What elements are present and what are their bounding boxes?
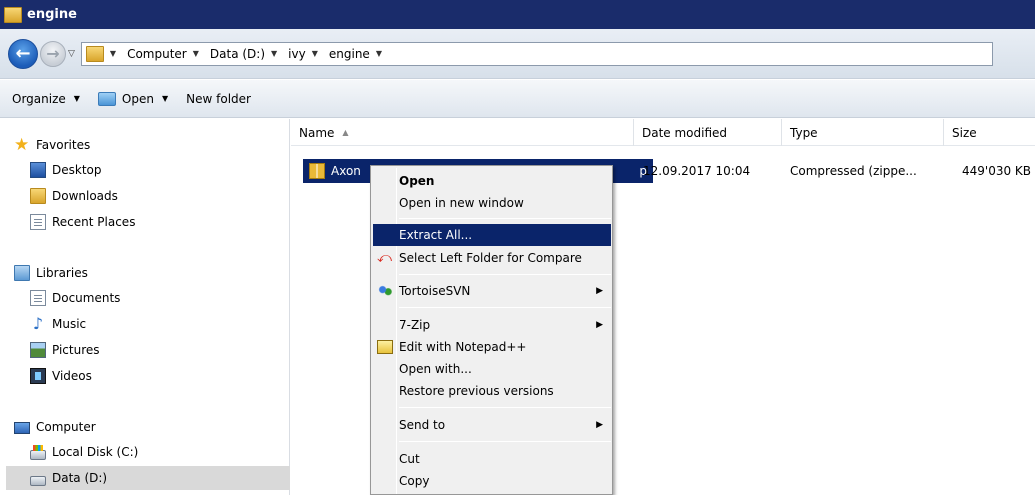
- nav-desktop[interactable]: Desktop: [30, 158, 102, 182]
- open-folder-icon: [97, 91, 116, 106]
- column-header-size[interactable]: Size: [944, 119, 1035, 146]
- menu-item-open[interactable]: Open: [373, 170, 611, 192]
- chevron-down-icon: ▼: [192, 49, 199, 58]
- command-bar: Organize ▼ Open ▼ New folder: [0, 80, 1035, 118]
- menu-separator: [399, 407, 611, 408]
- menu-separator: [399, 274, 611, 275]
- computer-icon: [14, 422, 30, 434]
- column-headers: Name ▲ Date modified Type Size: [291, 119, 1035, 146]
- file-type-cell: Compressed (zippe...: [790, 164, 917, 178]
- nav-downloads[interactable]: Downloads: [30, 184, 118, 208]
- nav-libraries[interactable]: Libraries: [14, 261, 88, 285]
- column-header-type[interactable]: Type: [782, 119, 944, 146]
- compare-arrow-icon: ⤺: [377, 250, 392, 266]
- breadcrumb-separator[interactable]: ▼: [312, 49, 323, 58]
- file-size-cell: 449'030 KB: [962, 164, 1032, 178]
- file-date-cell: 12.09.2017 10:04: [643, 164, 751, 178]
- chevron-down-icon: ▼: [271, 49, 278, 58]
- recent-pages-dropdown-icon[interactable]: ▽: [68, 49, 75, 59]
- star-icon: ★: [14, 135, 30, 155]
- nav-pictures[interactable]: Pictures: [30, 338, 100, 362]
- breadcrumb-separator[interactable]: ▼: [376, 49, 387, 58]
- nav-videos[interactable]: Videos: [30, 364, 92, 388]
- menu-item-open-new-window[interactable]: Open in new window: [373, 192, 611, 214]
- breadcrumb-ivy[interactable]: ivy: [288, 47, 306, 61]
- forward-button[interactable]: →: [40, 40, 66, 67]
- menu-item-restore-previous[interactable]: Restore previous versions: [373, 380, 611, 402]
- breadcrumb-separator[interactable]: ▼: [271, 49, 282, 58]
- recent-places-icon: [30, 214, 46, 230]
- nav-favorites[interactable]: ★ Favorites: [14, 133, 90, 157]
- menu-item-edit-notepad[interactable]: Edit with Notepad++: [373, 336, 611, 358]
- address-row: ← → ▽ ▼ Computer ▼ Data (D:) ▼ ivy ▼ eng…: [0, 29, 1035, 79]
- zip-folder-icon: [309, 163, 325, 179]
- breadcrumb-data-d[interactable]: Data (D:): [210, 47, 265, 61]
- chevron-down-icon: ▼: [109, 49, 117, 58]
- navigation-pane: ★ Favorites Desktop Downloads Recent Pla…: [0, 119, 290, 495]
- breadcrumb-computer[interactable]: Computer: [127, 47, 187, 61]
- nav-music[interactable]: ♪ Music: [30, 312, 86, 336]
- nav-local-disk-c[interactable]: Local Disk (C:): [30, 440, 138, 464]
- menu-item-select-left-folder[interactable]: ⤺ Select Left Folder for Compare: [373, 247, 611, 269]
- menu-separator: [399, 307, 611, 308]
- pictures-icon: [30, 342, 46, 358]
- breadcrumb-separator[interactable]: ▼: [193, 49, 204, 58]
- breadcrumb-engine[interactable]: engine: [329, 47, 370, 61]
- new-folder-button[interactable]: New folder: [186, 92, 251, 106]
- nav-data-d[interactable]: Data (D:): [6, 466, 290, 490]
- menu-item-copy[interactable]: Copy: [373, 470, 611, 492]
- back-button[interactable]: ←: [8, 38, 38, 69]
- chevron-down-icon: ▼: [311, 49, 318, 58]
- windows-drive-icon: [30, 444, 46, 460]
- menu-separator: [399, 441, 611, 442]
- libraries-icon: [14, 265, 30, 281]
- video-icon: [30, 368, 46, 384]
- downloads-folder-icon: [30, 188, 46, 204]
- submenu-arrow-icon: ▶: [596, 286, 603, 296]
- submenu-arrow-icon: ▶: [596, 320, 603, 330]
- open-button[interactable]: Open ▼: [97, 91, 169, 106]
- nav-documents[interactable]: Documents: [30, 286, 120, 310]
- sort-ascending-icon: ▲: [342, 128, 349, 137]
- desktop-icon: [30, 162, 46, 178]
- breadcrumb-separator[interactable]: ▼: [110, 49, 121, 58]
- menu-item-7zip[interactable]: 7-Zip ▶: [373, 314, 611, 336]
- nav-computer[interactable]: Computer: [14, 415, 96, 439]
- title-bar: engine: [0, 0, 1035, 29]
- address-bar[interactable]: ▼ Computer ▼ Data (D:) ▼ ivy ▼ engine ▼: [80, 41, 993, 66]
- document-icon: [30, 290, 46, 306]
- notepad-plus-plus-icon: [377, 340, 393, 354]
- chevron-down-icon: ▼: [161, 94, 169, 103]
- folder-icon: [85, 45, 104, 62]
- chevron-down-icon: ▼: [375, 49, 382, 58]
- chevron-down-icon: ▼: [73, 94, 80, 103]
- column-header-name[interactable]: Name ▲: [291, 119, 634, 146]
- window-title: engine: [27, 7, 77, 22]
- nav-recent-places[interactable]: Recent Places: [30, 210, 135, 234]
- menu-item-extract-all[interactable]: Extract All...: [373, 224, 611, 246]
- column-header-date-modified[interactable]: Date modified: [634, 119, 782, 146]
- menu-item-send-to[interactable]: Send to ▶: [373, 414, 611, 436]
- context-menu: Open Open in new window Extract All... ⤺…: [370, 165, 613, 495]
- menu-item-tortoisesvn[interactable]: TortoiseSVN ▶: [373, 280, 611, 302]
- drive-icon: [30, 475, 46, 486]
- folder-icon: [4, 6, 22, 23]
- menu-separator: [399, 218, 611, 219]
- music-note-icon: ♪: [32, 314, 44, 333]
- organize-button[interactable]: Organize ▼: [12, 92, 80, 106]
- tortoisesvn-icon: [377, 284, 393, 298]
- submenu-arrow-icon: ▶: [596, 420, 603, 430]
- menu-item-cut[interactable]: Cut: [373, 448, 611, 470]
- menu-item-open-with[interactable]: Open with...: [373, 358, 611, 380]
